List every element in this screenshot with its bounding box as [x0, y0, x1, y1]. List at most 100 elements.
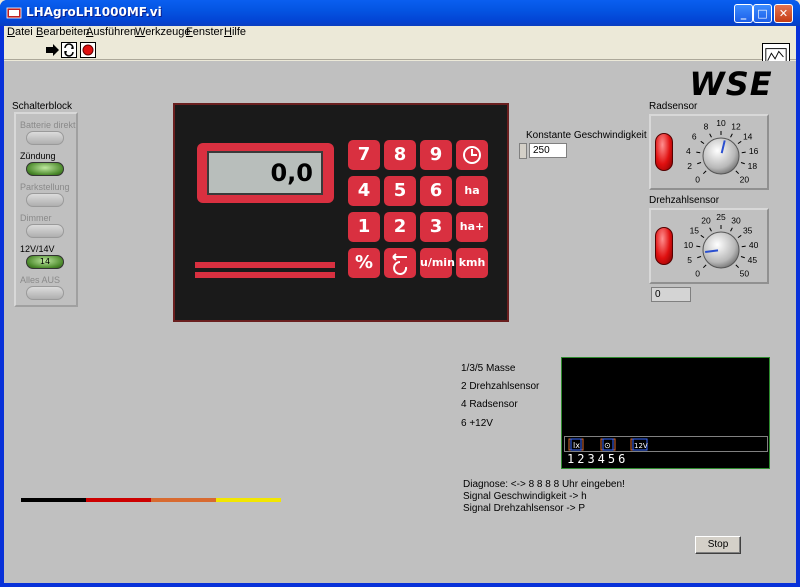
- svg-text:lx: lx: [573, 441, 580, 450]
- diagnostic-line: Signal Geschwindigkeit -> h: [463, 491, 587, 502]
- radsensor-tick-label: 6: [692, 132, 697, 142]
- drehzahlsensor-tick-label: 20: [701, 216, 711, 226]
- key-percent[interactable]: %: [348, 248, 380, 278]
- speed-input[interactable]: 250: [529, 143, 567, 158]
- radsensor-tick-label: 2: [687, 161, 692, 171]
- radsensor-tick-label: 18: [748, 161, 758, 171]
- front-panel: WSE Schalterblock Batterie direkt Zündun…: [4, 61, 796, 583]
- menu-datei[interactable]: Datei: [7, 26, 33, 38]
- pinout-line: 2 Drehzahlsensor: [461, 381, 540, 392]
- drehzahlsensor-tick: [741, 245, 746, 248]
- key-3[interactable]: 3: [420, 212, 452, 242]
- maximize-button[interactable]: □: [753, 4, 772, 23]
- switch-label-alles-aus: Alles AUS: [20, 275, 61, 285]
- key-kmh[interactable]: kmh: [456, 248, 488, 278]
- drehzahlsensor-tick-label: 5: [687, 255, 692, 265]
- radsensor-tick-label: 4: [686, 146, 691, 156]
- radsensor-label: Radsensor: [649, 101, 698, 112]
- speed-spinner[interactable]: [519, 143, 527, 159]
- pinout-line: 4 Radsensor: [461, 399, 518, 410]
- client-area: Datei Bearbeiten Ausführen Werkzeuge Fen…: [4, 26, 796, 583]
- connector-pin-numbers: 123456: [567, 452, 629, 466]
- colorbar-orange: [151, 498, 216, 502]
- switch-label-dimmer: Dimmer: [20, 213, 52, 223]
- device-stripe: [195, 272, 335, 278]
- radsensor-tick: [709, 133, 712, 138]
- radsensor-knob[interactable]: 02 468 10 1214 16 18 20: [679, 116, 779, 190]
- drehzahlsensor-dial[interactable]: [702, 231, 740, 269]
- switch-parkstellung[interactable]: [26, 193, 64, 207]
- key-8[interactable]: 8: [384, 140, 416, 170]
- menu-bearbeiten[interactable]: Bearbeiten: [36, 26, 89, 38]
- minimize-button[interactable]: _: [734, 4, 753, 23]
- key-reset[interactable]: [384, 248, 416, 278]
- device-display-frame: 0,0: [197, 143, 334, 203]
- switch-batterie-direkt[interactable]: [26, 131, 64, 145]
- abort-icon[interactable]: [80, 42, 96, 58]
- menu-fenster[interactable]: Fenster: [186, 26, 223, 38]
- key-7[interactable]: 7: [348, 140, 380, 170]
- drehzahlsensor-knob[interactable]: 05 10 1520 25 3035 40 45 50: [679, 210, 779, 284]
- pinout-line: 1/3/5 Masse: [461, 363, 516, 374]
- key-umin[interactable]: u/min: [420, 248, 455, 278]
- drehzahlsensor-tick-label: 25: [716, 212, 726, 222]
- key-ha[interactable]: ha: [456, 176, 488, 206]
- switch-block: Batterie direkt Zündung Parkstellung Dim…: [14, 112, 78, 307]
- drehzahlsensor-tick: [730, 227, 733, 232]
- menu-hilfe[interactable]: Hilfe: [224, 26, 246, 38]
- connector-pin-strip: lx ⊙ 12V: [564, 436, 768, 452]
- radsensor-tick: [741, 151, 746, 154]
- drehzahlsensor-tick: [696, 245, 701, 248]
- run-arrow-icon[interactable]: [44, 42, 60, 58]
- pinout-line: 6 +12V: [461, 418, 493, 429]
- menu-bar: Datei Bearbeiten Ausführen Werkzeuge Fen…: [4, 26, 796, 40]
- close-button[interactable]: ✕: [774, 4, 793, 23]
- key-4[interactable]: 4: [348, 176, 380, 206]
- key-clock[interactable]: [456, 140, 488, 170]
- radsensor-tick-label: 8: [704, 122, 709, 132]
- key-ha-plus[interactable]: ha+: [456, 212, 488, 242]
- radsensor-tick: [700, 140, 705, 145]
- radsensor-dial[interactable]: [702, 137, 740, 175]
- key-2[interactable]: 2: [384, 212, 416, 242]
- menu-ausfuehren[interactable]: Ausführen: [86, 26, 136, 38]
- switch-alles-aus[interactable]: [26, 286, 64, 300]
- run-continuous-icon[interactable]: [61, 42, 77, 58]
- switch-12v14v[interactable]: 14: [26, 255, 64, 269]
- svg-text:12V: 12V: [634, 442, 648, 450]
- drehzahlsensor-tick-label: 35: [743, 226, 753, 236]
- stop-button[interactable]: Stop: [695, 536, 741, 554]
- device-stripe: [195, 262, 335, 268]
- title-bar[interactable]: LHAgroLH1000MF.vi _ □ ✕: [0, 0, 800, 26]
- drehzahlsensor-tick: [709, 227, 712, 232]
- switch-label-12v14v: 12V/14V: [20, 244, 55, 254]
- drehzahlsensor-tick: [735, 264, 740, 269]
- drehzahlsensor-tick-label: 10: [684, 240, 694, 250]
- menu-werkzeuge[interactable]: Werkzeuge: [135, 26, 190, 38]
- switch-label-parkstellung: Parkstellung: [20, 182, 70, 192]
- radsensor-tick: [735, 170, 740, 175]
- switch-12v14v-text: 14: [39, 257, 51, 266]
- radsensor-tick: [697, 162, 702, 165]
- drehzahlsensor-tick: [702, 264, 707, 269]
- device-lcd-display: 0,0: [207, 151, 323, 195]
- key-6[interactable]: 6: [420, 176, 452, 206]
- drehzahlsensor-tick-label: 15: [690, 226, 700, 236]
- key-1[interactable]: 1: [348, 212, 380, 242]
- svg-text:WSE: WSE: [689, 66, 772, 100]
- radsensor-tick-label: 10: [716, 118, 726, 128]
- key-5[interactable]: 5: [384, 176, 416, 206]
- drehzahlsensor-tick-label: 0: [695, 268, 700, 278]
- diagnostic-line: Diagnose: <-> 8 8 8 8 Uhr eingeben!: [463, 479, 625, 490]
- switch-dimmer[interactable]: [26, 224, 64, 238]
- window: LHAgroLH1000MF.vi _ □ ✕ Datei Bearbeiten…: [0, 0, 800, 587]
- drehzahlsensor-tick: [737, 234, 742, 239]
- radsensor-tick-label: 14: [743, 132, 753, 142]
- key-9[interactable]: 9: [420, 140, 452, 170]
- drehzahlsensor-tick-label: 45: [748, 255, 758, 265]
- lh1000-device: 0,0 7 8 9 4 5 6 ha 1 2 3 ha+ % u/min kmh: [173, 103, 509, 322]
- switch-zuendung[interactable]: [26, 162, 64, 176]
- reset-arrows-icon: [392, 253, 408, 275]
- radsensor-tick: [740, 162, 745, 165]
- toolbar: [4, 40, 796, 70]
